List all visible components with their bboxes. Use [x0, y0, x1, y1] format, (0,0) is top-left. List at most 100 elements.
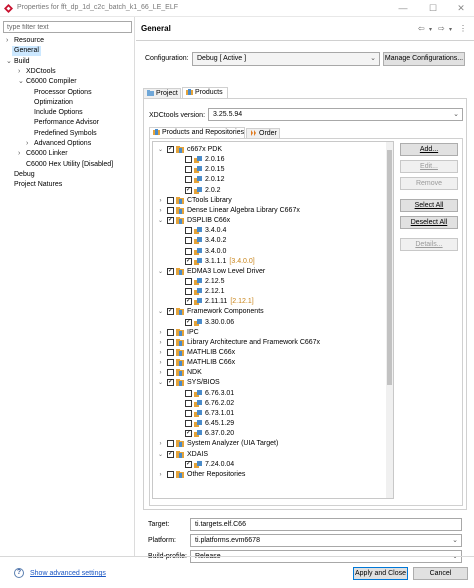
- checkbox[interactable]: [167, 440, 174, 448]
- tree-product-row[interactable]: › System Analyzer (UIA Target): [157, 439, 385, 449]
- tree-version-row[interactable]: 2.12.1: [175, 287, 385, 297]
- checkbox[interactable]: [185, 389, 192, 397]
- tree-product-row[interactable]: ⌄ ✓ SYS/BIOS: [157, 378, 385, 388]
- platform-select[interactable]: ti.platforms.evm6678 ⌄: [190, 534, 462, 547]
- checkbox[interactable]: ✓: [167, 146, 174, 153]
- configuration-select[interactable]: Debug [ Active ] ⌄: [192, 52, 380, 66]
- checkbox[interactable]: [185, 247, 192, 255]
- checkbox[interactable]: [185, 409, 192, 417]
- minimize-button[interactable]: —: [392, 2, 414, 15]
- tree-product-row[interactable]: ⌄ ✓ DSPLIB C66x: [157, 216, 385, 226]
- forward-arrow-icon[interactable]: ⇨: [438, 24, 445, 33]
- select-all-button[interactable]: Select All: [400, 199, 458, 212]
- checkbox[interactable]: ✓: [185, 460, 192, 468]
- tree-product-row[interactable]: › NDK: [157, 368, 385, 378]
- tree-product-row[interactable]: › Dense Linear Algebra Library C667x: [157, 206, 385, 216]
- tree-version-row[interactable]: 6.73.1.01: [175, 409, 385, 419]
- apply-and-close-button[interactable]: Apply and Close: [353, 567, 408, 580]
- checkbox[interactable]: [185, 237, 192, 245]
- tree-version-row[interactable]: ✓ 3.1.1.1 [3.4.0.0]: [175, 257, 385, 267]
- checkbox[interactable]: [167, 369, 174, 377]
- tree-version-row[interactable]: 2.0.15: [175, 165, 385, 175]
- expand-right-icon[interactable]: ›: [157, 206, 164, 216]
- tree-version-row[interactable]: ✓ 2.0.2: [175, 186, 385, 196]
- back-menu-icon[interactable]: ▾: [429, 26, 432, 33]
- remove-button[interactable]: Remove: [400, 177, 458, 190]
- manage-configurations-button[interactable]: Manage Configurations...: [383, 52, 465, 66]
- tree-product-row[interactable]: › Other Repositories: [157, 470, 385, 480]
- checkbox[interactable]: ✓: [185, 186, 192, 194]
- checkbox[interactable]: [167, 196, 174, 204]
- tree-product-row[interactable]: › MATHLIB C66x: [157, 348, 385, 358]
- tree-version-row[interactable]: 6.45.1.29: [175, 419, 385, 429]
- tree-version-row[interactable]: ✓ 6.37.0.20: [175, 429, 385, 439]
- checkbox[interactable]: ✓: [185, 430, 192, 438]
- tree-version-row[interactable]: 2.0.12: [175, 175, 385, 185]
- chevron-down-icon[interactable]: ⌄: [6, 57, 14, 67]
- edit-button[interactable]: Edit...: [400, 160, 458, 173]
- tree-version-row[interactable]: 6.76.3.01: [175, 389, 385, 399]
- expand-down-icon[interactable]: ⌄: [157, 216, 164, 226]
- tree-version-row[interactable]: ✓ 7.24.0.04: [175, 460, 385, 470]
- tree-product-row[interactable]: ⌄ ✓ c667x PDK: [157, 145, 385, 155]
- expand-down-icon[interactable]: ⌄: [157, 378, 164, 388]
- checkbox[interactable]: ✓: [167, 267, 174, 275]
- checkbox[interactable]: [185, 176, 192, 184]
- tree-version-row[interactable]: 3.4.0.4: [175, 226, 385, 236]
- checkbox[interactable]: [167, 206, 174, 214]
- tree-product-row[interactable]: ⌄ ✓ EDMA3 Low Level Driver: [157, 267, 385, 277]
- tree-version-row[interactable]: 3.4.0.2: [175, 236, 385, 246]
- checkbox[interactable]: [185, 227, 192, 235]
- chevron-down-icon[interactable]: ⌄: [18, 77, 26, 87]
- chevron-right-icon[interactable]: ›: [26, 139, 34, 149]
- tree-version-row[interactable]: 2.0.16: [175, 155, 385, 165]
- checkbox[interactable]: ✓: [167, 217, 174, 225]
- expand-down-icon[interactable]: ⌄: [157, 267, 164, 277]
- tree-version-row[interactable]: 2.12.5: [175, 277, 385, 287]
- close-button[interactable]: ✕: [450, 2, 472, 15]
- expand-down-icon[interactable]: ⌄: [157, 145, 164, 155]
- tree-product-row[interactable]: › Library Architecture and Framework C667…: [157, 338, 385, 348]
- tree-version-row[interactable]: 6.76.2.02: [175, 399, 385, 409]
- checkbox[interactable]: [185, 166, 192, 174]
- tree-product-row[interactable]: › IPC: [157, 328, 385, 338]
- expand-down-icon[interactable]: ⌄: [157, 450, 164, 460]
- details-button[interactable]: Details...: [400, 238, 458, 251]
- show-advanced-settings-link[interactable]: Show advanced settings: [30, 570, 106, 577]
- checkbox[interactable]: ✓: [185, 298, 192, 306]
- checkbox[interactable]: [167, 338, 174, 346]
- help-icon[interactable]: ?: [14, 568, 24, 578]
- view-menu-icon[interactable]: ⋮: [459, 24, 467, 33]
- tree-product-row[interactable]: › MATHLIB C66x: [157, 358, 385, 368]
- tree-version-row[interactable]: 3.4.0.0: [175, 247, 385, 257]
- tree-version-row[interactable]: ✓ 3.30.0.06: [175, 318, 385, 328]
- tree-product-row[interactable]: ⌄ ✓ XDAIS: [157, 450, 385, 460]
- expand-right-icon[interactable]: ›: [157, 439, 164, 449]
- checkbox[interactable]: [167, 359, 174, 367]
- tree-scrollbar[interactable]: [386, 142, 393, 498]
- expand-down-icon[interactable]: ⌄: [157, 307, 164, 317]
- tree-product-row[interactable]: ⌄ ✓ Framework Components: [157, 307, 385, 317]
- chevron-right-icon[interactable]: ›: [6, 36, 14, 46]
- products-tree[interactable]: ⌄ ✓ c667x PDK 2.0.16 2.0.15 2.0.12 ✓ 2.0.2 › CToo…: [152, 141, 394, 499]
- checkbox[interactable]: [185, 399, 192, 407]
- checkbox[interactable]: ✓: [167, 379, 174, 387]
- maximize-button[interactable]: ☐: [422, 2, 444, 15]
- checkbox[interactable]: [185, 288, 192, 296]
- expand-right-icon[interactable]: ›: [157, 368, 164, 378]
- expand-right-icon[interactable]: ›: [157, 338, 164, 348]
- checkbox[interactable]: [185, 420, 192, 428]
- forward-menu-icon[interactable]: ▾: [449, 26, 452, 33]
- checkbox[interactable]: ✓: [167, 308, 174, 316]
- tree-scrollbar-thumb[interactable]: [387, 150, 392, 385]
- expand-right-icon[interactable]: ›: [157, 196, 164, 206]
- expand-right-icon[interactable]: ›: [157, 348, 164, 358]
- target-field[interactable]: ti.targets.elf.C66: [190, 518, 462, 531]
- checkbox[interactable]: ✓: [167, 450, 174, 458]
- checkbox[interactable]: ✓: [185, 257, 192, 265]
- checkbox[interactable]: ✓: [185, 318, 192, 326]
- tree-product-row[interactable]: › CTools Library: [157, 196, 385, 206]
- expand-right-icon[interactable]: ›: [157, 358, 164, 368]
- checkbox[interactable]: [167, 328, 174, 336]
- expand-right-icon[interactable]: ›: [157, 328, 164, 338]
